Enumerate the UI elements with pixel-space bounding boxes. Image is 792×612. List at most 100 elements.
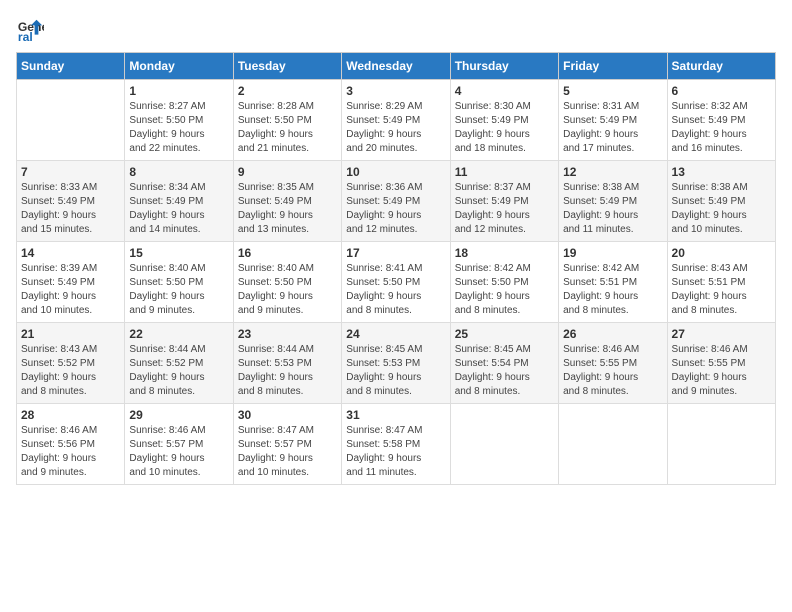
day-number: 18 xyxy=(455,246,554,260)
day-info: Sunrise: 8:37 AM Sunset: 5:49 PM Dayligh… xyxy=(455,181,554,237)
logo: Gene ral xyxy=(16,16,48,44)
day-info: Sunrise: 8:42 AM Sunset: 5:50 PM Dayligh… xyxy=(455,262,554,318)
day-of-week-header: Monday xyxy=(125,53,233,80)
day-info: Sunrise: 8:34 AM Sunset: 5:49 PM Dayligh… xyxy=(129,181,228,237)
calendar-cell: 18 Sunrise: 8:42 AM Sunset: 5:50 PM Dayli… xyxy=(450,242,558,323)
calendar-table: SundayMondayTuesdayWednesdayThursdayFrid… xyxy=(16,52,776,485)
calendar-week-row: 14 Sunrise: 8:39 AM Sunset: 5:49 PM Dayli… xyxy=(17,242,776,323)
calendar-cell: 5 Sunrise: 8:31 AM Sunset: 5:49 PM Daylig… xyxy=(559,80,667,161)
day-number: 10 xyxy=(346,165,445,179)
calendar-cell: 29 Sunrise: 8:46 AM Sunset: 5:57 PM Dayli… xyxy=(125,404,233,485)
calendar-cell: 4Sunrise: 8:30 AM Sunset: 5:49 PM Daylig… xyxy=(450,80,558,161)
day-info: Sunrise: 8:46 AM Sunset: 5:57 PM Dayligh… xyxy=(129,424,228,480)
day-number: 6 xyxy=(672,84,771,98)
calendar-cell xyxy=(17,80,125,161)
day-of-week-header: Thursday xyxy=(450,53,558,80)
calendar-cell: 7 Sunrise: 8:33 AM Sunset: 5:49 PM Daylig… xyxy=(17,161,125,242)
calendar-cell: 15 Sunrise: 8:40 AM Sunset: 5:50 PM Dayli… xyxy=(125,242,233,323)
day-number: 25 xyxy=(455,327,554,341)
calendar-cell: 8 Sunrise: 8:34 AM Sunset: 5:49 PM Daylig… xyxy=(125,161,233,242)
day-info: Sunrise: 8:38 AM Sunset: 5:49 PM Dayligh… xyxy=(672,181,771,237)
day-info: Sunrise: 8:39 AM Sunset: 5:49 PM Dayligh… xyxy=(21,262,120,318)
calendar-cell xyxy=(450,404,558,485)
day-info: Sunrise: 8:33 AM Sunset: 5:49 PM Dayligh… xyxy=(21,181,120,237)
day-number: 7 xyxy=(21,165,120,179)
day-info: Sunrise: 8:40 AM Sunset: 5:50 PM Dayligh… xyxy=(129,262,228,318)
day-info: Sunrise: 8:47 AM Sunset: 5:57 PM Dayligh… xyxy=(238,424,337,480)
day-number: 24 xyxy=(346,327,445,341)
day-info: Sunrise: 8:46 AM Sunset: 5:55 PM Dayligh… xyxy=(672,343,771,399)
day-number: 16 xyxy=(238,246,337,260)
calendar-cell: 12 Sunrise: 8:38 AM Sunset: 5:49 PM Dayli… xyxy=(559,161,667,242)
logo-icon: Gene ral xyxy=(16,16,44,44)
calendar-cell: 25 Sunrise: 8:45 AM Sunset: 5:54 PM Dayli… xyxy=(450,323,558,404)
day-number: 26 xyxy=(563,327,662,341)
day-info: Sunrise: 8:44 AM Sunset: 5:53 PM Dayligh… xyxy=(238,343,337,399)
calendar-cell: 21 Sunrise: 8:43 AM Sunset: 5:52 PM Dayli… xyxy=(17,323,125,404)
day-number: 12 xyxy=(563,165,662,179)
calendar-header-row: SundayMondayTuesdayWednesdayThursdayFrid… xyxy=(17,53,776,80)
day-info: Sunrise: 8:43 AM Sunset: 5:52 PM Dayligh… xyxy=(21,343,120,399)
day-number: 8 xyxy=(129,165,228,179)
day-of-week-header: Sunday xyxy=(17,53,125,80)
calendar-cell: 22 Sunrise: 8:44 AM Sunset: 5:52 PM Dayli… xyxy=(125,323,233,404)
day-info: Sunrise: 8:45 AM Sunset: 5:54 PM Dayligh… xyxy=(455,343,554,399)
day-number: 3 xyxy=(346,84,445,98)
day-number: 15 xyxy=(129,246,228,260)
day-info: Sunrise: 8:38 AM Sunset: 5:49 PM Dayligh… xyxy=(563,181,662,237)
calendar-cell: 10Sunrise: 8:36 AM Sunset: 5:49 PM Dayli… xyxy=(342,161,450,242)
calendar-cell: 24 Sunrise: 8:45 AM Sunset: 5:53 PM Dayli… xyxy=(342,323,450,404)
calendar-week-row: 7 Sunrise: 8:33 AM Sunset: 5:49 PM Daylig… xyxy=(17,161,776,242)
day-number: 19 xyxy=(563,246,662,260)
svg-text:ral: ral xyxy=(18,30,33,44)
day-info: Sunrise: 8:28 AM Sunset: 5:50 PM Dayligh… xyxy=(238,100,337,156)
day-number: 11 xyxy=(455,165,554,179)
day-number: 22 xyxy=(129,327,228,341)
day-number: 9 xyxy=(238,165,337,179)
day-of-week-header: Wednesday xyxy=(342,53,450,80)
day-info: Sunrise: 8:47 AM Sunset: 5:58 PM Dayligh… xyxy=(346,424,445,480)
calendar-cell: 27 Sunrise: 8:46 AM Sunset: 5:55 PM Dayli… xyxy=(667,323,775,404)
calendar-cell: 19 Sunrise: 8:42 AM Sunset: 5:51 PM Dayli… xyxy=(559,242,667,323)
calendar-cell: 2Sunrise: 8:28 AM Sunset: 5:50 PM Daylig… xyxy=(233,80,341,161)
day-number: 21 xyxy=(21,327,120,341)
calendar-cell: 11 Sunrise: 8:37 AM Sunset: 5:49 PM Dayli… xyxy=(450,161,558,242)
day-info: Sunrise: 8:29 AM Sunset: 5:49 PM Dayligh… xyxy=(346,100,445,156)
day-number: 29 xyxy=(129,408,228,422)
day-number: 20 xyxy=(672,246,771,260)
day-number: 23 xyxy=(238,327,337,341)
day-info: Sunrise: 8:35 AM Sunset: 5:49 PM Dayligh… xyxy=(238,181,337,237)
calendar-cell xyxy=(667,404,775,485)
day-info: Sunrise: 8:30 AM Sunset: 5:49 PM Dayligh… xyxy=(455,100,554,156)
calendar-cell xyxy=(559,404,667,485)
day-info: Sunrise: 8:42 AM Sunset: 5:51 PM Dayligh… xyxy=(563,262,662,318)
calendar-cell: 30 Sunrise: 8:47 AM Sunset: 5:57 PM Dayli… xyxy=(233,404,341,485)
day-info: Sunrise: 8:41 AM Sunset: 5:50 PM Dayligh… xyxy=(346,262,445,318)
day-number: 27 xyxy=(672,327,771,341)
day-of-week-header: Saturday xyxy=(667,53,775,80)
day-number: 28 xyxy=(21,408,120,422)
day-number: 14 xyxy=(21,246,120,260)
calendar-cell: 14 Sunrise: 8:39 AM Sunset: 5:49 PM Dayli… xyxy=(17,242,125,323)
calendar-cell: 20 Sunrise: 8:43 AM Sunset: 5:51 PM Dayli… xyxy=(667,242,775,323)
day-number: 1 xyxy=(129,84,228,98)
day-info: Sunrise: 8:43 AM Sunset: 5:51 PM Dayligh… xyxy=(672,262,771,318)
calendar-cell: 17Sunrise: 8:41 AM Sunset: 5:50 PM Dayli… xyxy=(342,242,450,323)
day-number: 30 xyxy=(238,408,337,422)
calendar-week-row: 28 Sunrise: 8:46 AM Sunset: 5:56 PM Dayli… xyxy=(17,404,776,485)
day-info: Sunrise: 8:27 AM Sunset: 5:50 PM Dayligh… xyxy=(129,100,228,156)
day-info: Sunrise: 8:31 AM Sunset: 5:49 PM Dayligh… xyxy=(563,100,662,156)
day-number: 31 xyxy=(346,408,445,422)
day-number: 13 xyxy=(672,165,771,179)
day-number: 5 xyxy=(563,84,662,98)
calendar-cell: 23 Sunrise: 8:44 AM Sunset: 5:53 PM Dayli… xyxy=(233,323,341,404)
day-info: Sunrise: 8:45 AM Sunset: 5:53 PM Dayligh… xyxy=(346,343,445,399)
day-of-week-header: Friday xyxy=(559,53,667,80)
calendar-week-row: 1 Sunrise: 8:27 AM Sunset: 5:50 PM Daylig… xyxy=(17,80,776,161)
page-header: Gene ral xyxy=(16,16,776,44)
day-info: Sunrise: 8:40 AM Sunset: 5:50 PM Dayligh… xyxy=(238,262,337,318)
calendar-week-row: 21 Sunrise: 8:43 AM Sunset: 5:52 PM Dayli… xyxy=(17,323,776,404)
calendar-cell: 31 Sunrise: 8:47 AM Sunset: 5:58 PM Dayli… xyxy=(342,404,450,485)
day-info: Sunrise: 8:44 AM Sunset: 5:52 PM Dayligh… xyxy=(129,343,228,399)
day-info: Sunrise: 8:46 AM Sunset: 5:56 PM Dayligh… xyxy=(21,424,120,480)
